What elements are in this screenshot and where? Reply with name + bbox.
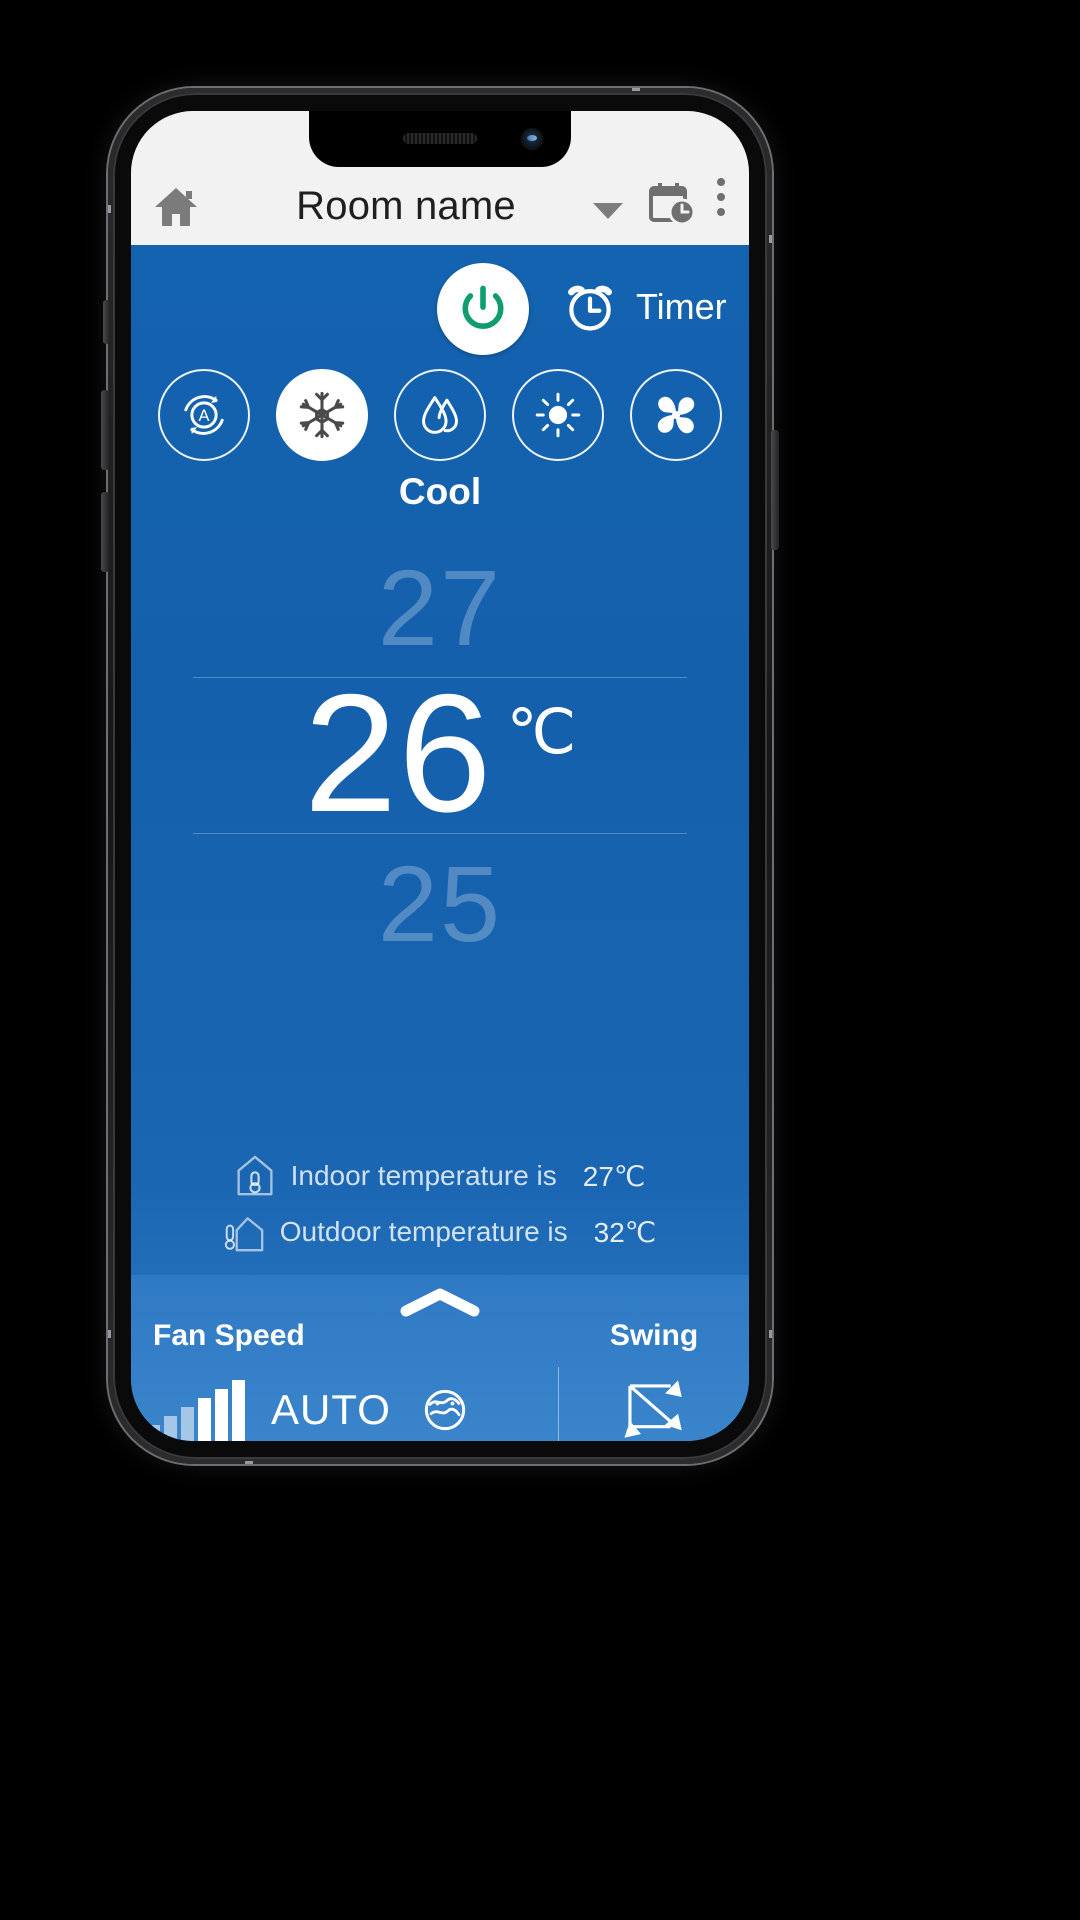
mode-button-fan[interactable] bbox=[630, 369, 722, 461]
antenna-line bbox=[769, 235, 772, 243]
indoor-thermometer-icon bbox=[235, 1153, 275, 1199]
temperature-below-value[interactable]: 25 bbox=[131, 841, 749, 966]
home-icon[interactable] bbox=[153, 185, 199, 229]
indoor-temperature-value: 27℃ bbox=[582, 1160, 646, 1192]
auto-mode-icon: A bbox=[184, 395, 224, 435]
alarm-clock-icon bbox=[562, 279, 618, 335]
signal-bars-icon[interactable] bbox=[147, 1379, 245, 1441]
antenna-line bbox=[108, 1330, 111, 1338]
power-timer-row: Timer bbox=[131, 263, 749, 363]
earpiece-speaker bbox=[403, 133, 477, 144]
kebab-dot bbox=[717, 178, 725, 186]
outdoor-temperature-label: Outdoor temperature is bbox=[279, 1216, 568, 1247]
outdoor-temperature-row: Outdoor temperature is 32℃ bbox=[131, 1209, 749, 1255]
bar-3 bbox=[181, 1407, 194, 1441]
screenshot-root: Room name Timer A Cool 27 26 ℃ 25 Indoor… bbox=[0, 0, 1080, 1920]
timer-label: Timer bbox=[636, 286, 727, 327]
bottom-bar-labels: Fan Speed Swing bbox=[131, 1319, 749, 1353]
fan-speed-value: AUTO bbox=[271, 1386, 391, 1433]
bar-2 bbox=[164, 1416, 177, 1441]
antenna-line bbox=[632, 88, 640, 91]
volume-down-button[interactable] bbox=[101, 492, 109, 572]
chevron-down-icon[interactable] bbox=[593, 203, 623, 219]
fan-speed-control[interactable]: AUTO bbox=[131, 1379, 558, 1441]
swing-label: Swing bbox=[609, 1319, 699, 1352]
temperature-above-value[interactable]: 27 bbox=[131, 545, 749, 670]
environment-readings: Indoor temperature is 27℃ Outdoor temper… bbox=[131, 1153, 749, 1265]
sun-icon bbox=[535, 392, 581, 438]
room-name-title[interactable]: Room name bbox=[209, 184, 593, 229]
kebab-menu-icon[interactable] bbox=[717, 178, 727, 223]
mode-button-dry[interactable] bbox=[394, 369, 486, 461]
fan-auto-icon[interactable] bbox=[417, 1382, 473, 1438]
bar-5 bbox=[215, 1389, 228, 1441]
antenna-line bbox=[108, 205, 111, 213]
swing-control[interactable] bbox=[559, 1373, 749, 1441]
temperature-current-value: 26 bbox=[303, 659, 493, 847]
volume-up-button[interactable] bbox=[101, 390, 109, 470]
ac-control-panel: Timer A Cool 27 26 ℃ 25 Indoor temperatu… bbox=[131, 245, 749, 1441]
bar-1 bbox=[147, 1425, 160, 1441]
swing-arrows-icon bbox=[617, 1373, 691, 1441]
phone-device-frame: Room name Timer A Cool 27 26 ℃ 25 Indoor… bbox=[108, 88, 772, 1464]
device-notch bbox=[309, 111, 571, 167]
power-icon bbox=[462, 285, 504, 329]
temperature-unit: ℃ bbox=[506, 698, 577, 767]
front-camera bbox=[521, 128, 543, 150]
chevron-up-icon[interactable] bbox=[400, 1287, 480, 1317]
selected-mode-label: Cool bbox=[398, 471, 482, 512]
mute-switch[interactable] bbox=[103, 300, 110, 344]
indoor-temperature-label: Indoor temperature is bbox=[290, 1160, 557, 1191]
power-button[interactable] bbox=[437, 263, 529, 355]
water-drop-icon bbox=[422, 396, 458, 434]
mode-button-auto[interactable]: A bbox=[158, 369, 250, 461]
antenna-line bbox=[245, 1461, 253, 1464]
temperature-current[interactable]: 26 ℃ bbox=[131, 669, 749, 837]
fan-speed-label: Fan Speed bbox=[153, 1319, 305, 1352]
temperature-divider-bottom bbox=[193, 833, 687, 834]
outdoor-temperature-value: 32℃ bbox=[593, 1216, 657, 1248]
indoor-temperature-row: Indoor temperature is 27℃ bbox=[131, 1153, 749, 1199]
phone-screen: Room name Timer A Cool 27 26 ℃ 25 Indoor… bbox=[131, 111, 749, 1441]
snowflake-icon bbox=[299, 391, 345, 439]
power-side-button[interactable] bbox=[771, 430, 779, 550]
mode-selector-row: A bbox=[131, 369, 749, 461]
bottom-control-bar: Fan Speed Swing AUTO bbox=[131, 1275, 749, 1441]
kebab-dot bbox=[717, 208, 725, 216]
mode-button-cool[interactable] bbox=[276, 369, 368, 461]
timer-button[interactable]: Timer bbox=[562, 279, 727, 335]
kebab-dot bbox=[717, 193, 725, 201]
svg-text:A: A bbox=[199, 407, 210, 425]
antenna-line bbox=[769, 1330, 772, 1338]
bar-6 bbox=[232, 1380, 245, 1441]
bar-4 bbox=[198, 1398, 211, 1441]
fan-blades-icon bbox=[657, 396, 695, 434]
calendar-clock-icon[interactable] bbox=[649, 181, 695, 227]
outdoor-thermometer-icon bbox=[224, 1209, 264, 1255]
bottom-bar-controls: AUTO bbox=[131, 1367, 749, 1441]
mode-button-heat[interactable] bbox=[512, 369, 604, 461]
temperature-picker[interactable]: 27 26 ℃ 25 bbox=[131, 545, 749, 1065]
